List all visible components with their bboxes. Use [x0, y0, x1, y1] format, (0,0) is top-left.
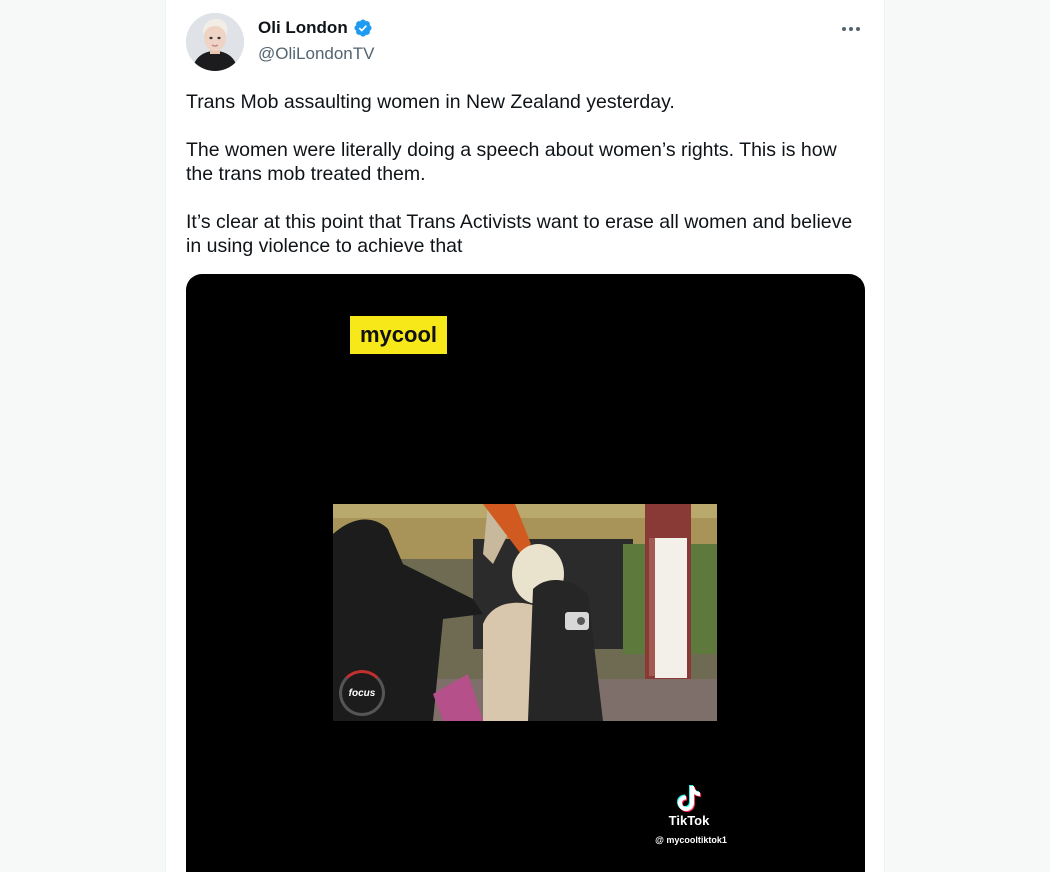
tweet-text: Trans Mob assaulting women in New Zealan…	[186, 90, 866, 282]
tweet-paragraph: Trans Mob assaulting women in New Zealan…	[186, 91, 675, 113]
video-frame: focus	[333, 504, 717, 721]
more-dot-icon	[856, 27, 860, 31]
author-name-row: Oli London	[258, 18, 373, 38]
more-options-button[interactable]	[838, 18, 864, 40]
more-dot-icon	[842, 27, 846, 31]
tweet-card: Oli London @OliLondonTV Trans Mob assaul…	[165, 0, 885, 872]
author-display-name[interactable]: Oli London	[258, 18, 348, 38]
avatar[interactable]	[186, 13, 244, 71]
tweet-paragraph: It’s clear at this point that Trans Acti…	[186, 211, 853, 257]
avatar-image	[186, 13, 244, 71]
video-scene-image	[333, 504, 717, 721]
tweet-paragraph: The women were literally doing a speech …	[186, 139, 837, 185]
tiktok-username: @ mycooltiktok1	[655, 835, 727, 845]
more-dot-icon	[849, 27, 853, 31]
tiktok-logo-icon	[677, 785, 701, 812]
verified-badge-icon[interactable]	[353, 18, 373, 38]
focus-logo-text: focus	[348, 687, 376, 699]
tiktok-label: TikTok	[668, 813, 710, 828]
video-player[interactable]: mycool focus TikTok @ mycooltiktok1	[186, 274, 865, 872]
author-handle[interactable]: @OliLondonTV	[258, 44, 375, 64]
mycool-watermark: mycool	[350, 316, 447, 354]
focus-broadcast-logo: focus	[339, 670, 385, 716]
tiktok-watermark: TikTok	[651, 784, 727, 828]
